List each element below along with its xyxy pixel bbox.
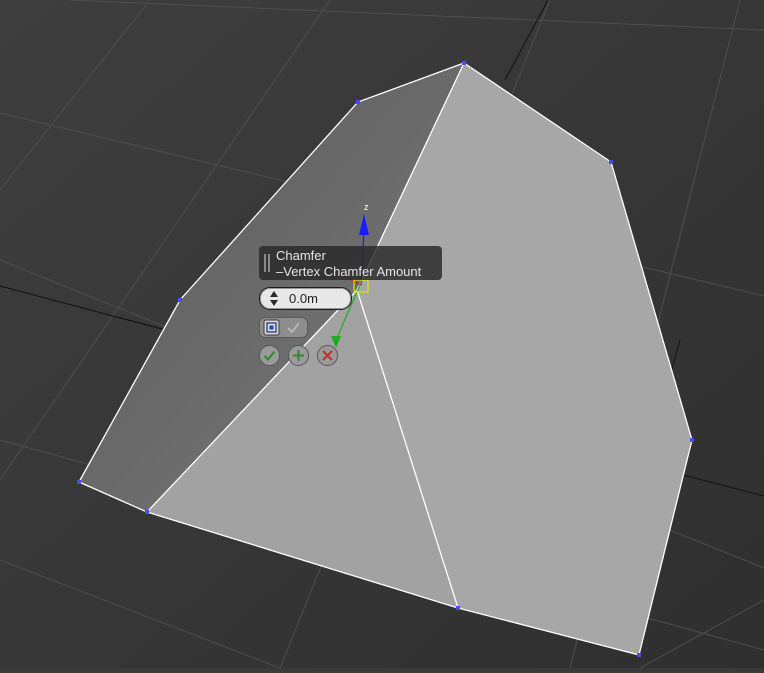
chamfer-option-icon[interactable]	[263, 319, 280, 336]
check-icon[interactable]	[285, 319, 302, 336]
chamfer-amount-value[interactable]: 0.0m	[289, 291, 318, 306]
caddy-parameter-text: Vertex Chamfer Amount	[283, 264, 422, 279]
up-down-spinner-icon[interactable]	[269, 290, 279, 307]
plus-icon	[293, 350, 304, 361]
chamfer-options-group[interactable]	[259, 317, 308, 338]
scene-canvas[interactable]: z	[0, 0, 764, 669]
gizmo-z-label: z	[364, 202, 369, 212]
x-icon	[322, 350, 333, 361]
chamfer-amount-spinner[interactable]: 0.0m	[259, 287, 352, 310]
checkmark-icon	[263, 350, 276, 361]
ok-button[interactable]	[259, 345, 280, 366]
cancel-button[interactable]	[317, 345, 338, 366]
perspective-viewport[interactable]: z Chamfer –Vertex Chamfer Amount 0.0m	[0, 0, 764, 669]
caddy-grip-icon[interactable]	[264, 254, 270, 272]
caddy-title: Chamfer	[276, 248, 326, 263]
apply-and-continue-button[interactable]	[288, 345, 309, 366]
caddy-parameter-label: –Vertex Chamfer Amount	[276, 264, 422, 279]
caddy-header[interactable]: Chamfer –Vertex Chamfer Amount	[259, 246, 442, 280]
